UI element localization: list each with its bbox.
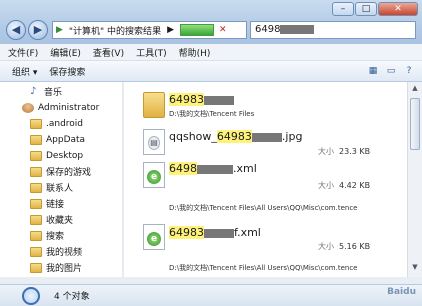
folder-icon: [30, 214, 42, 225]
view-options-icon[interactable]: ▦: [366, 65, 380, 77]
redaction-block: [204, 95, 234, 105]
maximize-button[interactable]: □: [355, 2, 377, 16]
toolbar-icons: ▦ ▭ ?: [362, 65, 416, 77]
folder-icon: [30, 150, 42, 161]
folder-icon: [30, 182, 42, 193]
address-bar[interactable]: ▶ "计算机" 中的搜索结果 ▶ ✕: [52, 21, 247, 39]
sidebar-item-label: Desktop: [46, 150, 84, 161]
list-item[interactable]: 64983 D:\我的文档\Tencent Files: [125, 82, 407, 124]
redaction-block: [280, 24, 315, 34]
list-item[interactable]: e 6498 .xml 大小 4.42 KB D:\我的文档\Tencent Fil…: [125, 160, 407, 218]
scroll-down-icon[interactable]: ▼: [409, 263, 421, 275]
result-path: D:\我的文档\Tencent Files\All Users\QQ\Misc\…: [169, 264, 358, 272]
search-progress-bar: [180, 24, 214, 36]
title-bar: – □ ✕ ◀ ▶ ▶ "计算机" 中的搜索结果 ▶ ✕ 6498: [0, 0, 422, 44]
forward-button[interactable]: ▶: [28, 20, 48, 40]
folder-icon: [30, 230, 42, 241]
menu-view[interactable]: 查看(V): [93, 46, 124, 59]
sidebar-item-appdata[interactable]: AppData: [30, 132, 85, 147]
search-results-icon: ▶: [56, 25, 63, 35]
address-segment[interactable]: "计算机" 中的搜索结果: [66, 24, 164, 37]
sidebar-item-administrator[interactable]: Administrator: [22, 100, 99, 115]
sidebar-item-label: Administrator: [38, 102, 100, 113]
menu-help[interactable]: 帮助(H): [179, 46, 211, 59]
scroll-up-icon[interactable]: ▲: [409, 84, 421, 96]
sidebar-item-label: 保存的游戏: [46, 168, 92, 178]
menu-edit[interactable]: 编辑(E): [50, 46, 81, 59]
sidebar-item-contacts[interactable]: 联系人: [30, 180, 73, 195]
watermark-logo: Baidu: [387, 287, 416, 297]
navigation-pane: ♪ 音乐 Administrator .android AppData Desk…: [0, 82, 124, 277]
close-button[interactable]: ✕: [378, 2, 418, 16]
folder-icon: [30, 198, 42, 209]
scrollbar-thumb[interactable]: [410, 98, 420, 150]
sidebar-item-label: .android: [46, 118, 84, 129]
folder-icon: [30, 262, 42, 273]
search-input[interactable]: 6498: [250, 21, 416, 39]
search-input-text: 6498: [255, 24, 281, 35]
save-search-button[interactable]: 保存搜索: [49, 65, 85, 78]
xml-file-icon: e: [143, 224, 165, 250]
result-name[interactable]: 6498 .xml: [169, 162, 257, 175]
list-item[interactable]: e 64983 f.xml 大小 5.16 KB D:\我的文档\Tencent F…: [125, 222, 407, 277]
menu-bar: 文件(F) 编辑(E) 查看(V) 工具(T) 帮助(H): [0, 44, 422, 61]
search-icon: [22, 286, 40, 305]
organize-button[interactable]: 组织 ▾: [12, 65, 37, 78]
folder-icon: [30, 134, 42, 145]
sidebar-scrollbar[interactable]: [122, 82, 124, 277]
redaction-block: [251, 132, 282, 142]
result-path: D:\我的文档\Tencent Files\All Users\QQ\Misc\…: [169, 204, 358, 212]
music-icon: ♪: [30, 85, 37, 97]
chevron-right-icon[interactable]: ▶: [164, 25, 177, 35]
vertical-scrollbar[interactable]: ▲ ▼: [407, 82, 422, 277]
sidebar-item-music[interactable]: ♪ 音乐: [30, 84, 62, 99]
command-toolbar: 组织 ▾ 保存搜索 ▦ ▭ ?: [0, 61, 422, 82]
window-controls: – □ ✕: [331, 2, 418, 16]
horizontal-scrollbar[interactable]: [0, 277, 422, 284]
minimize-button[interactable]: –: [332, 2, 354, 16]
clear-search-icon[interactable]: ✕: [219, 25, 227, 35]
result-path: D:\我的文档\Tencent Files: [169, 110, 255, 118]
sidebar-item-label: 收藏夹: [46, 216, 74, 226]
xml-file-icon: e: [143, 162, 165, 188]
result-size: 大小 4.42 KB: [318, 181, 371, 190]
redaction-block: [204, 228, 234, 238]
sidebar-item-label: 我的视频: [46, 248, 83, 258]
sidebar-item-saved-games[interactable]: 保存的游戏: [30, 164, 91, 179]
folder-icon: [30, 246, 42, 257]
sidebar-item-my-videos[interactable]: 我的视频: [30, 244, 82, 259]
sidebar-item-label: 音乐: [44, 88, 63, 98]
sidebar-item-my-pictures[interactable]: 我的图片: [30, 260, 82, 275]
status-bar: 4 个对象: [0, 284, 422, 306]
sidebar-item-android[interactable]: .android: [30, 116, 83, 131]
result-name[interactable]: qqshow_64983 .jpg: [169, 130, 302, 143]
menu-tools[interactable]: 工具(T): [136, 46, 167, 59]
user-icon: [22, 102, 34, 113]
result-size: 大小 23.3 KB: [318, 147, 371, 156]
list-item[interactable]: ▤ qqshow_64983 .jpg 大小 23.3 KB: [125, 124, 407, 160]
back-button[interactable]: ◀: [6, 20, 26, 40]
result-name[interactable]: 64983 f.xml: [169, 226, 261, 239]
sidebar-item-favorites[interactable]: 收藏夹: [30, 212, 73, 227]
sidebar-item-label: 链接: [46, 200, 65, 210]
sidebar-item-label: AppData: [46, 134, 86, 145]
sidebar-item-desktop[interactable]: Desktop: [30, 148, 83, 163]
image-file-icon: ▤: [143, 129, 165, 155]
folder-icon: [30, 166, 42, 177]
item-count: 4 个对象: [54, 292, 90, 302]
sidebar-item-searches[interactable]: 搜索: [30, 228, 64, 243]
sidebar-item-label: 联系人: [46, 184, 74, 194]
redaction-block: [197, 164, 233, 174]
menu-file[interactable]: 文件(F): [8, 46, 38, 59]
result-name[interactable]: 64983: [169, 93, 234, 106]
preview-pane-icon[interactable]: ▭: [384, 65, 398, 77]
result-size: 大小 5.16 KB: [318, 242, 371, 251]
folder-icon: [143, 92, 165, 118]
results-list: 64983 D:\我的文档\Tencent Files ▤ qqshow_649…: [125, 82, 407, 277]
folder-icon: [30, 118, 42, 129]
sidebar-item-links[interactable]: 链接: [30, 196, 64, 211]
sidebar-item-label: 搜索: [46, 232, 65, 242]
sidebar-item-label: 我的图片: [46, 264, 83, 274]
help-icon[interactable]: ?: [402, 65, 416, 77]
